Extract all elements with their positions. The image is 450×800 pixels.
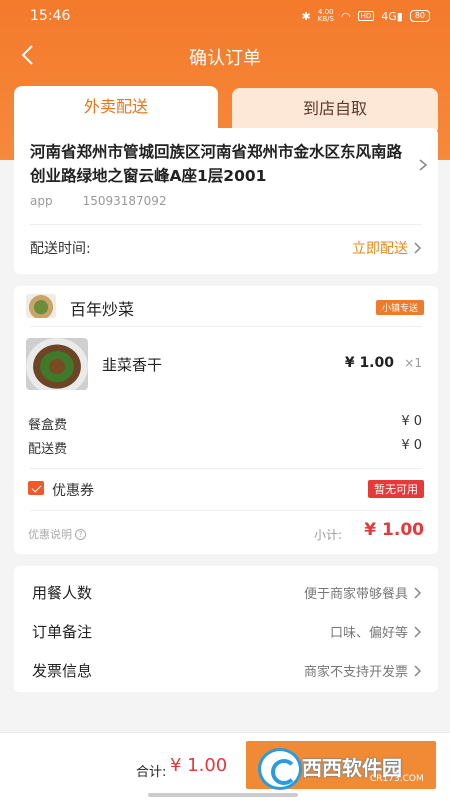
shop-tag: 小镇专送: [375, 300, 424, 315]
delivery-fee-value: ¥ 0: [401, 438, 422, 453]
option-row-diners[interactable]: 用餐人数 便于商家带够餐具: [14, 570, 438, 610]
tab-pickup[interactable]: 到店自取: [232, 88, 438, 130]
dish-price: ¥ 1.00: [344, 355, 394, 371]
total-value: ¥ 1.00: [170, 755, 228, 776]
signal-icon: 4G▮: [381, 9, 403, 23]
contact-info: app 15093187092: [30, 194, 167, 208]
divider: [30, 510, 422, 511]
option-value-text: 商家不支持开发票: [303, 665, 408, 680]
chevron-right-icon: [414, 586, 422, 599]
delivery-time-label: 配送时间:: [30, 241, 91, 257]
option-value-text: 便于商家带够餐具: [303, 587, 408, 602]
wifi-icon: ◠: [340, 9, 351, 23]
home-indicator: [148, 793, 298, 797]
divider: [30, 326, 422, 327]
status-icons: ✱ 4.00 KB/S ◠ HD 4G▮ 80: [302, 9, 430, 23]
option-row-remark[interactable]: 订单备注 口味、偏好等: [14, 609, 438, 649]
dish-image: [26, 338, 88, 390]
delivery-fee-label: 配送费: [28, 442, 68, 457]
network-speed: 4.00 KB/S: [318, 9, 334, 23]
divider: [30, 468, 422, 469]
delivery-time-value: 立即配送: [352, 241, 408, 257]
battery-icon: 80: [409, 10, 430, 22]
tab-delivery[interactable]: 外卖配送: [14, 86, 218, 130]
shop-name: 百年炒菜: [70, 300, 135, 319]
option-row-invoice[interactable]: 发票信息 商家不支持开发票: [14, 648, 438, 688]
contact-name: app: [30, 194, 53, 208]
delivery-address: 河南省郑州市管城回族区河南省郑州市金水区东风南路创业路绿地之窗云峰A座1层200…: [30, 143, 403, 185]
option-label: 发票信息: [32, 662, 93, 680]
option-value-text: 口味、偏好等: [329, 626, 408, 641]
bluetooth-icon: ✱: [301, 9, 311, 23]
order-options-card: 用餐人数 便于商家带够餐具 订单备注 口味、偏好等 发票信息 商家不支持开发票: [14, 566, 438, 692]
shop-logo: [26, 294, 56, 318]
hd-badge: HD: [357, 11, 375, 21]
subtotal-label: 小计:: [313, 528, 342, 542]
chevron-right-icon: [414, 242, 422, 254]
dish-name: 韭菜香干: [102, 356, 163, 374]
promo-note-label: 优惠说明: [28, 528, 72, 541]
coupon-icon: [28, 481, 44, 495]
subtotal-value: ¥ 1.00: [364, 520, 424, 540]
page-title: 确认订单: [189, 48, 261, 69]
divider: [30, 224, 422, 225]
chevron-right-icon: [419, 159, 428, 171]
watermark-logo: 西西软件园 CR173.COM: [258, 744, 434, 794]
watermark-site: CR173.COM: [370, 774, 424, 784]
status-bar: 15:46 ✱ 4.00 KB/S ◠ HD 4G▮ 80: [0, 0, 450, 32]
coupon-label[interactable]: 优惠券: [52, 480, 94, 500]
total-label: 合计:: [136, 765, 167, 780]
contact-phone: 15093187092: [82, 194, 167, 208]
chevron-right-icon: [414, 664, 422, 677]
question-icon: ?: [75, 528, 86, 540]
option-value: 口味、偏好等: [330, 622, 422, 641]
box-fee-value: ¥ 0: [401, 414, 422, 429]
option-label: 用餐人数: [32, 584, 93, 602]
signal-label: 4G: [381, 9, 397, 23]
delivery-tabs: 外卖配送 到店自取: [14, 86, 438, 130]
promo-note[interactable]: 优惠说明 ?: [28, 526, 86, 542]
coupon-status-badge: 暂无可用: [368, 480, 424, 498]
option-value: 便于商家带够餐具: [304, 583, 422, 602]
status-time: 15:46: [30, 8, 71, 24]
order-card: 百年炒菜 小镇专送 韭菜香干 ¥ 1.00 ×1 餐盒费 ¥ 0 配送费 ¥ 0…: [14, 286, 438, 554]
dish-quantity: ×1: [404, 356, 422, 370]
nav-bar: 确认订单: [0, 36, 450, 76]
watermark-icon: [258, 748, 302, 790]
box-fee-label: 餐盒费: [28, 418, 68, 433]
option-value: 商家不支持开发票: [304, 661, 422, 680]
address-card[interactable]: 河南省郑州市管城回族区河南省郑州市金水区东风南路创业路绿地之窗云峰A座1层200…: [14, 128, 438, 274]
delivery-time-selector[interactable]: 立即配送: [352, 238, 422, 258]
chevron-right-icon: [414, 625, 422, 638]
network-speed-unit: KB/S: [317, 15, 334, 23]
option-label: 订单备注: [32, 623, 93, 641]
